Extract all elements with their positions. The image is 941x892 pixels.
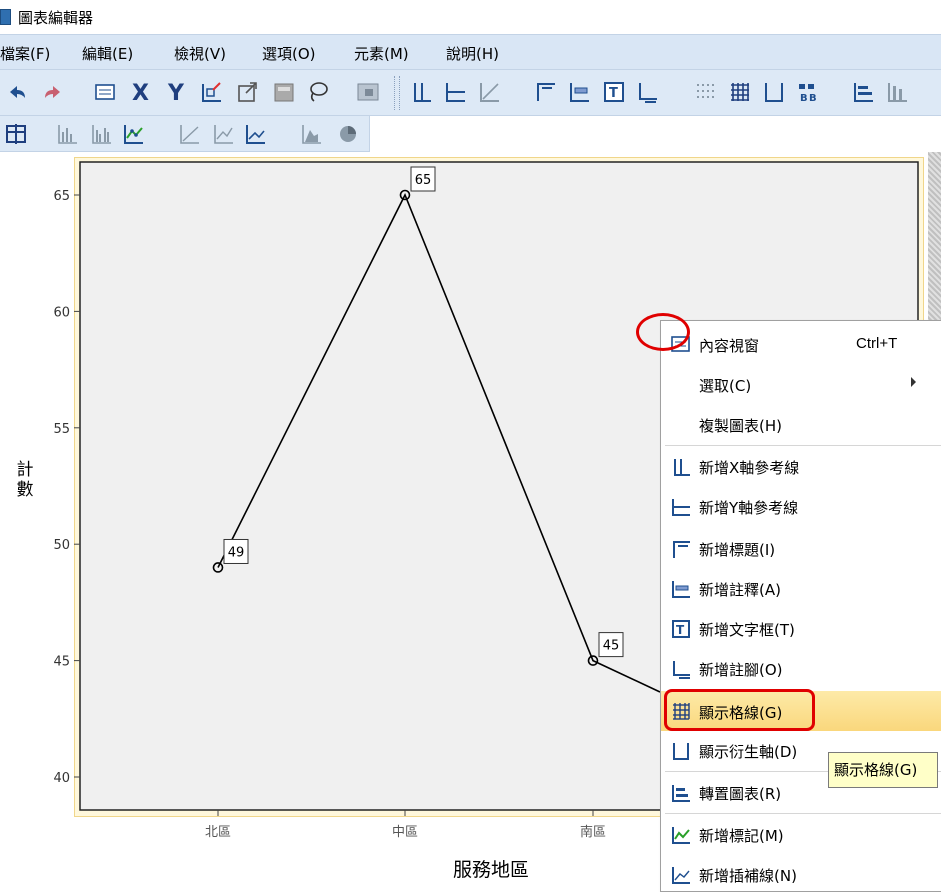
- menu-item-add-footnote[interactable]: 新增註腳(O): [661, 651, 941, 685]
- y-tick-label: 45: [53, 655, 70, 670]
- submenu-arrow-icon: [911, 377, 916, 387]
- menu-separator: [665, 813, 941, 814]
- menu-item-add-title[interactable]: 新增標題(I): [661, 531, 941, 565]
- menu-item-properties[interactable]: 內容視窗 Ctrl+T: [661, 327, 941, 361]
- menu-separator: [665, 445, 941, 446]
- highlight-annotation-circle: [636, 313, 690, 351]
- svg-text:T: T: [676, 623, 685, 637]
- data-label: 45: [603, 639, 620, 654]
- x-tick-label: 北區: [205, 825, 231, 840]
- context-menu: 內容視窗 Ctrl+T 選取(C) 複製圖表(H) 新增X軸參考線 新增Y軸參考…: [660, 320, 941, 892]
- y-tick-label: 60: [53, 305, 70, 320]
- interpolation-icon: [672, 867, 690, 884]
- y-tick-label: 55: [53, 422, 70, 437]
- text-box-icon: T: [672, 620, 690, 638]
- title-icon: [673, 541, 690, 558]
- menu-item-add-text-box[interactable]: T 新增文字框(T): [661, 611, 941, 645]
- x-tick-label: 南區: [580, 824, 606, 840]
- y-ref-line-icon: [672, 499, 690, 516]
- menu-item-select[interactable]: 選取(C): [661, 367, 941, 401]
- x-ref-line-icon: [674, 459, 690, 476]
- x-axis-label[interactable]: 服務地區: [453, 855, 529, 882]
- y-axis-label[interactable]: 計數: [10, 460, 40, 500]
- menu-item-add-interpolation-line[interactable]: 新增插補線(N): [661, 857, 941, 891]
- tooltip: 顯示格線(G): [828, 752, 938, 788]
- data-label: 49: [228, 545, 245, 560]
- y-tick-label: 40: [53, 771, 70, 786]
- menu-item-copy-chart[interactable]: 複製圖表(H): [661, 407, 941, 441]
- menu-item-add-x-ref-line[interactable]: 新增X軸參考線: [661, 449, 941, 483]
- marker-icon: [672, 827, 690, 844]
- highlight-annotation-box: [664, 689, 815, 731]
- annotation-icon: [672, 581, 690, 598]
- y-tick-label: 65: [53, 189, 70, 204]
- x-tick-label: 中區: [392, 825, 418, 840]
- menu-item-add-annotation[interactable]: 新增註釋(A): [661, 571, 941, 605]
- menu-item-add-marker[interactable]: 新增標記(M): [661, 817, 941, 851]
- y-tick-label: 50: [53, 538, 70, 553]
- menu-item-add-y-ref-line[interactable]: 新增Y軸參考線: [661, 489, 941, 523]
- transpose-icon: [672, 785, 690, 802]
- footnote-icon: [673, 661, 690, 679]
- derived-axis-icon: [673, 743, 689, 760]
- data-label: 65: [415, 173, 432, 188]
